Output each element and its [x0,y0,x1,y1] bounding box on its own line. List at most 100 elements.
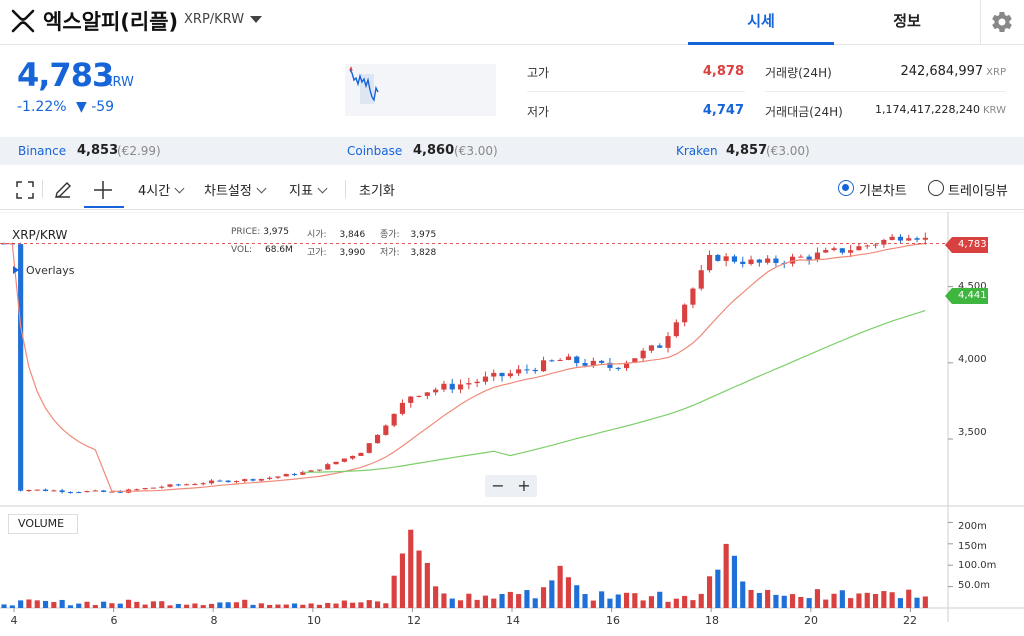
candle-body [715,254,721,261]
candle-body [690,288,696,305]
volume-bar [383,603,389,608]
crosshair-icon[interactable] [93,180,113,200]
basic-chart-label[interactable]: 기본차트 [859,180,907,199]
volume-bar [167,605,173,608]
volume-bar [424,562,430,608]
exchange-kraken[interactable]: Kraken [676,144,718,158]
volume-bar [1,604,7,608]
volume-bar [325,602,331,608]
volume-bar [399,553,406,608]
indicators-dropdown[interactable]: 지표 [289,180,328,199]
volume-bar [524,590,530,608]
tradingview-label[interactable]: 트레이딩뷰 [948,180,1008,199]
volume-bar [789,594,796,608]
candle-body [200,483,206,485]
volume-bar [308,603,314,608]
volume-bar [823,599,829,608]
candle-body [914,238,920,240]
candle-body [233,481,240,483]
candle-body [167,484,173,487]
volume-bar [715,569,721,608]
volume-bar [848,598,854,608]
tab-info[interactable]: 정보 [834,0,980,45]
change-rate: -1.22% [17,99,67,115]
candle-body [134,489,140,491]
volume-bar [208,603,215,608]
coin-pair[interactable]: XRP/KRW [184,12,244,27]
app-root: 엑스알피(리플) XRP/KRW 시세 정보 4,783 KRW -1.22% … [0,0,1024,636]
candle-body [374,434,381,444]
x-tick-label: 20 [804,614,818,627]
ohlc-vol: VOL: 68.6M [231,245,293,255]
exchange-coinbase[interactable]: Coinbase [347,144,402,158]
volume-bar [881,591,887,608]
candle-body [831,248,837,251]
volume-bar [482,595,489,608]
overlays-label: Overlays [26,264,75,277]
exchange-binance[interactable]: Binance [18,144,66,158]
candle-body [657,345,663,348]
candle-body [51,490,57,492]
draw-pencil-icon[interactable] [53,180,73,200]
volume-bar [657,591,663,608]
volume-bar [267,604,273,608]
tradingview-radio[interactable] [928,180,944,196]
volume-bar [457,600,464,608]
candle-body [466,383,472,385]
volume-bar [756,592,762,608]
chart-settings-dropdown[interactable]: 차트설정 [204,180,267,199]
fullscreen-icon[interactable] [15,180,35,200]
volume-bar [416,550,422,608]
price-chart-area[interactable]: XRP/KRW Overlays PRICE: 3,975 시가: 3,846 … [0,212,1024,636]
volume-bar [474,599,480,608]
volume-bar [872,594,879,608]
candle-body [640,350,646,359]
volume-bar [391,575,397,608]
volume-bar [374,601,381,608]
candle-body [848,250,854,253]
coin-name: 엑스알피(리플) [43,10,179,34]
volume-bar [217,602,223,608]
overlays-toggle[interactable]: Overlays [13,264,75,277]
volume-bar [632,593,638,608]
tab-price[interactable]: 시세 [688,0,834,45]
candle-body [424,392,430,396]
pair-dropdown-caret-icon[interactable] [250,16,262,23]
zoom-in-button[interactable]: + [511,475,537,497]
volume-bar [134,601,140,608]
candle-body [756,259,762,263]
volume-bar [466,593,472,608]
zoom-out-button[interactable]: − [485,475,511,497]
turnover-value: 1,174,417,228,240 [875,103,980,116]
candle-body [748,259,754,265]
candle-body [217,480,223,482]
volume-bar [856,593,862,608]
toolbar-separator [42,180,43,198]
mini-sparkline-chart[interactable] [345,64,496,116]
interval-dropdown[interactable]: 4시간 [138,180,185,199]
ohlc-high: 고가: 3,990 [307,245,365,258]
candle-body [682,304,688,323]
volume-bar [648,596,655,608]
candlestick-chart[interactable] [0,212,1024,636]
price-unit: KRW [104,75,134,90]
candle-body [582,363,588,366]
volume-bar [275,604,281,608]
basic-chart-radio[interactable] [838,180,854,196]
high-value: 4,878 [702,64,744,79]
volume-bar [258,603,264,608]
stat-divider [527,91,745,92]
candle-body [250,479,256,481]
crosshair-active-indicator [84,206,124,208]
volume-bar [225,602,231,608]
volume-bar [341,600,347,608]
x-tick-label: 8 [210,614,218,627]
volume-bar [34,600,40,608]
candle-body [225,480,231,483]
ohlc-close-label: 종가: [380,230,400,240]
x-tick-label: 4 [10,614,18,627]
exchange-binance-price: 4,853 [77,143,119,158]
volume-bar [706,576,713,608]
reset-button[interactable]: 초기화 [359,180,395,199]
gear-icon[interactable] [990,10,1014,34]
